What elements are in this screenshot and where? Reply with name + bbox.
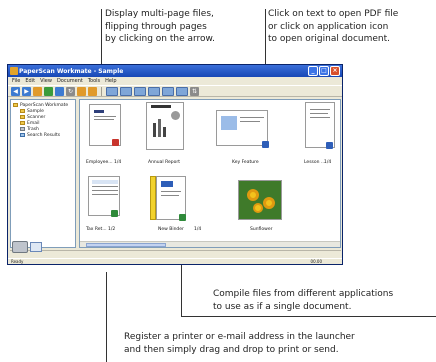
- callout-line-2: or click on application icon: [268, 21, 389, 32]
- pdf-badge-icon[interactable]: [112, 139, 119, 146]
- search-icon: [20, 133, 25, 137]
- view-thumbs-icon[interactable]: [106, 86, 118, 96]
- thumbnail-label[interactable]: Employee...: [86, 160, 113, 165]
- callout-line-1: Click on text to open PDF file: [268, 9, 399, 19]
- folder-icon: [20, 121, 25, 125]
- thumbnail-label[interactable]: Lesson ...: [304, 160, 325, 165]
- toolbar-divider: [101, 86, 102, 96]
- thumbnail-employee[interactable]: Employee... 1/4: [86, 104, 130, 169]
- view-page-icon[interactable]: [176, 86, 188, 96]
- title-bar[interactable]: PaperScan Workmate - Sample _ □ ×: [8, 65, 342, 77]
- folder-icon: [13, 103, 18, 107]
- page-preview: [146, 102, 184, 150]
- tree-label: Sample: [27, 108, 44, 114]
- thumbnail-lesson[interactable]: Lesson ... 1/4: [302, 102, 340, 169]
- thumbnail-key-feature[interactable]: Key Feature: [216, 110, 278, 169]
- tree-label: PaperScan Workmate: [20, 102, 69, 108]
- folder-tree: PaperScan Workmate Sample Scanner Email …: [10, 99, 76, 248]
- thumbnail-label[interactable]: New Binder: [158, 227, 184, 232]
- folder-icon: [20, 115, 25, 119]
- callout-line-1: Compile files from different application…: [213, 289, 394, 299]
- horizontal-scrollbar[interactable]: [80, 241, 340, 247]
- folder-icon[interactable]: [33, 86, 42, 96]
- menu-help[interactable]: Help: [105, 78, 116, 84]
- menu-bar: File Edit View Document Tools Help: [8, 77, 342, 85]
- minimize-button[interactable]: _: [308, 66, 318, 76]
- page-preview: [216, 110, 268, 146]
- callout-line-3: to open original document.: [268, 34, 390, 44]
- menu-document[interactable]: Document: [57, 78, 83, 84]
- thumbnail-tax-return[interactable]: Tax Ret... 1/2: [86, 176, 130, 236]
- view-details-icon[interactable]: [148, 86, 160, 96]
- callout-compile: Compile files from different application…: [213, 288, 393, 313]
- tree-label: Search Results: [27, 132, 61, 138]
- maximize-button[interactable]: □: [319, 66, 329, 76]
- leader-compile-h: [181, 316, 436, 317]
- app-window: PaperScan Workmate - Sample _ □ × File E…: [7, 64, 343, 265]
- settings-icon[interactable]: [77, 86, 86, 96]
- scrollbar-thumb[interactable]: [86, 243, 166, 247]
- word-badge-icon[interactable]: [326, 142, 333, 149]
- callout-launcher: Register a printer or e-mail address in …: [124, 331, 355, 356]
- leader-launcher: [106, 272, 107, 362]
- view-filmstrip-icon[interactable]: [162, 86, 174, 96]
- status-bar: Ready 00.00: [8, 258, 342, 264]
- ppt-badge-icon[interactable]: [262, 141, 269, 148]
- status-right: 00.00: [310, 259, 322, 264]
- rotate-icon[interactable]: ↻: [66, 86, 75, 96]
- acquire-icon[interactable]: [55, 86, 64, 96]
- thumbnail-label[interactable]: Annual Report: [148, 160, 180, 165]
- callout-line-3: by clicking on the arrow.: [105, 34, 215, 44]
- view-large-icon[interactable]: [120, 86, 132, 96]
- callout-multipage: Display multi-page files, flipping throu…: [105, 8, 215, 46]
- thumbnail-label[interactable]: Key Feature: [232, 160, 259, 165]
- trash-icon: [20, 127, 25, 131]
- view-list-icon[interactable]: [134, 86, 146, 96]
- toolbar: ◀ ▶ ↻ ⇅: [8, 85, 342, 97]
- close-button[interactable]: ×: [330, 66, 340, 76]
- tree-label: Trash: [27, 126, 39, 132]
- thumbnail-new-binder[interactable]: New Binder 1/4: [146, 176, 208, 236]
- menu-file[interactable]: File: [12, 78, 20, 84]
- menu-tools[interactable]: Tools: [88, 78, 100, 84]
- callout-line-2: to use as if a single document.: [213, 301, 352, 312]
- page-count[interactable]: 1/4: [194, 227, 201, 232]
- status-text: Ready: [11, 259, 24, 264]
- excel-badge-icon[interactable]: [111, 210, 118, 217]
- mail-icon[interactable]: [30, 242, 42, 252]
- thumbnail-label[interactable]: Tax Ret... 1/2: [86, 227, 115, 232]
- menu-edit[interactable]: Edit: [25, 78, 35, 84]
- tree-item-root[interactable]: PaperScan Workmate: [13, 102, 73, 108]
- stack-icon[interactable]: [88, 86, 97, 96]
- callout-open-pdf: Click on text to open PDF file or click …: [268, 8, 398, 46]
- back-icon[interactable]: ◀: [11, 86, 20, 96]
- scan-icon[interactable]: [44, 86, 53, 96]
- tree-label: Email: [27, 120, 40, 126]
- sort-icon[interactable]: ⇅: [190, 86, 199, 96]
- page-count[interactable]: 1/4: [324, 160, 331, 165]
- page-count[interactable]: 1/4: [114, 160, 121, 165]
- app-icon: [10, 67, 18, 75]
- excel-badge-icon[interactable]: [179, 214, 186, 221]
- tree-item-search-results[interactable]: Search Results: [13, 132, 73, 138]
- callout-line-2: flipping through pages: [105, 21, 207, 32]
- image-preview: [238, 180, 282, 220]
- thumbnail-sunflower[interactable]: Sunflower: [236, 180, 294, 236]
- window-title: PaperScan Workmate - Sample: [19, 67, 124, 75]
- printer-icon[interactable]: [12, 241, 28, 253]
- callout-line-1: Display multi-page files,: [105, 9, 214, 19]
- thumbnail-view: Employee... 1/4 Annual Report Key Featur…: [79, 99, 341, 248]
- forward-icon[interactable]: ▶: [22, 86, 31, 96]
- folder-icon: [20, 109, 25, 113]
- thumbnail-label[interactable]: Sunflower: [250, 227, 272, 232]
- callout-line-1: Register a printer or e-mail address in …: [124, 332, 355, 342]
- menu-view[interactable]: View: [40, 78, 52, 84]
- tree-label: Scanner: [27, 114, 46, 120]
- thumbnail-annual-report[interactable]: Annual Report: [142, 102, 192, 169]
- callout-line-2: and then simply drag and drop to print o…: [124, 344, 339, 355]
